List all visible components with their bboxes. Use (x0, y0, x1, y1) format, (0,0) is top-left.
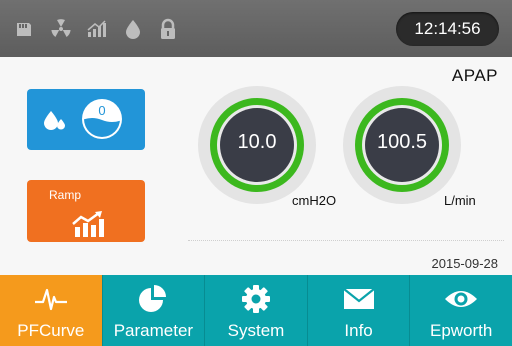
lock-icon (157, 18, 179, 40)
pie-chart-icon (137, 284, 169, 319)
gear-icon (241, 284, 271, 319)
radiation-icon (50, 18, 72, 40)
flow-gauge: 100.5 (342, 85, 462, 205)
tab-pfcurve[interactable]: PFCurve (0, 275, 103, 346)
flow-unit: L/min (444, 193, 476, 208)
bottom-tab-bar: PFCurve Parameter System Info Epworth (0, 275, 512, 346)
water-drop-icon (122, 18, 144, 40)
eye-icon (443, 284, 479, 319)
tab-label: PFCurve (17, 321, 85, 340)
envelope-icon (341, 284, 377, 319)
ramp-chart-icon (72, 211, 104, 237)
date-label: 2015-09-28 (431, 256, 499, 271)
tab-parameter[interactable]: Parameter (103, 275, 206, 346)
pressure-unit: cmH2O (292, 193, 337, 208)
humidifier-button[interactable]: 0 (27, 89, 145, 150)
clock-display: 12:14:56 (396, 12, 499, 46)
device-screen: 12:14:56 APAP 0 Ramp 10.0 cmH2O 100.5 L/… (0, 0, 512, 346)
tab-label: Info (344, 321, 373, 340)
tab-info[interactable]: Info (308, 275, 411, 346)
divider (188, 240, 504, 241)
therapy-mode-label: APAP (451, 66, 498, 85)
tab-epworth[interactable]: Epworth (410, 275, 512, 346)
flow-value: 100.5 (376, 131, 428, 153)
ramp-button[interactable]: Ramp (27, 180, 145, 242)
ramp-label: Ramp (49, 188, 82, 202)
sd-card-icon (13, 18, 35, 40)
water-drop-icon (44, 111, 58, 130)
pressure-gauge: 10.0 (197, 85, 317, 205)
tab-label: Parameter (113, 321, 194, 340)
humidifier-level: 0 (98, 103, 106, 118)
tab-label: Epworth (429, 321, 493, 340)
status-bar: 12:14:56 (0, 0, 512, 57)
signal-icon (86, 18, 108, 40)
tab-label: System (227, 321, 285, 340)
waveform-icon (33, 284, 69, 319)
tab-system[interactable]: System (205, 275, 308, 346)
pressure-value: 10.0 (237, 131, 277, 153)
